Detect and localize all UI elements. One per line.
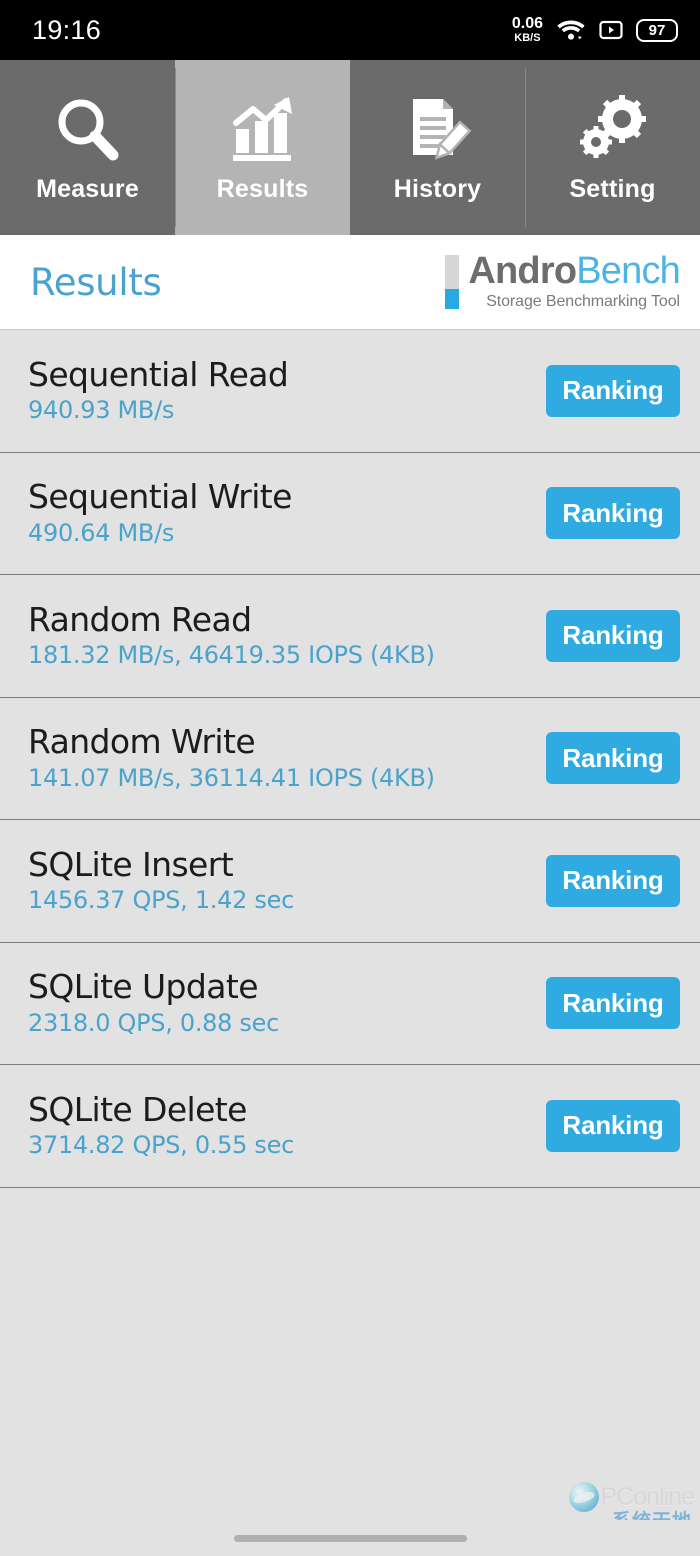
logo-bar-icon [445, 255, 460, 309]
ranking-button[interactable]: Ranking [546, 1099, 680, 1152]
row-texts: SQLite Delete 3714.82 QPS, 0.55 sec [28, 1089, 294, 1160]
logo-tagline: Storage Benchmarking Tool [486, 292, 680, 310]
tab-setting-label: Setting [569, 175, 656, 203]
row-texts: SQLite Insert 1456.37 QPS, 1.42 sec [28, 844, 294, 915]
document-pencil-icon [401, 91, 475, 169]
row-title: Random Read [28, 599, 252, 639]
ranking-button[interactable]: Ranking [546, 977, 680, 1030]
logo-word-andro: Andro [468, 250, 577, 293]
watermark-brand-row: PConline [568, 1482, 695, 1512]
row-value: 940.93 MB/s [28, 396, 175, 425]
row-title: Sequential Write [28, 477, 292, 517]
row-value: 490.64 MB/s [28, 518, 175, 547]
table-row[interactable]: SQLite Delete 3714.82 QPS, 0.55 sec Rank… [0, 1065, 700, 1188]
page-title: Results [30, 260, 162, 304]
logo-wordmark: AndroBench [468, 250, 681, 293]
network-speed-unit: KB/S [514, 32, 541, 44]
ranking-button[interactable]: Ranking [546, 609, 680, 662]
status-bar: 19:16 0.06 KB/S 97 [0, 0, 700, 60]
magnifier-icon [51, 91, 125, 169]
table-row[interactable]: SQLite Insert 1456.37 QPS, 1.42 sec Rank… [0, 820, 700, 943]
tab-results-label: Results [216, 175, 309, 203]
row-texts: Random Write 141.07 MB/s, 36114.41 IOPS … [28, 725, 435, 791]
logo-word-bench: Bench [576, 250, 681, 293]
table-row[interactable]: Sequential Read 940.93 MB/s Ranking [0, 330, 700, 453]
row-title: Random Write [28, 722, 256, 762]
globe-icon [568, 1482, 599, 1512]
row-texts: Sequential Read 940.93 MB/s [28, 354, 289, 425]
watermark-brand: PConline [600, 1482, 695, 1511]
table-row[interactable]: Random Read 181.32 MB/s, 46419.35 IOPS (… [0, 575, 700, 698]
gesture-home-pill[interactable] [233, 1534, 467, 1542]
gears-icon [576, 91, 650, 169]
ranking-button[interactable]: Ranking [546, 854, 680, 907]
androbench-logo: AndroBench Storage Benchmarking Tool [445, 250, 681, 310]
page-header: Results AndroBench Storage Benchmarking … [0, 235, 700, 330]
logo-text: AndroBench Storage Benchmarking Tool [468, 250, 681, 310]
row-title: SQLite Update [28, 967, 259, 1007]
tab-measure-label: Measure [36, 175, 139, 203]
tab-bar: Measure Results History Setting [0, 60, 700, 235]
row-value: 181.32 MB/s, 46419.35 IOPS (4KB) [28, 641, 435, 670]
row-title: SQLite Insert [28, 844, 234, 884]
ranking-button[interactable]: Ranking [546, 487, 680, 540]
network-speed-value: 0.06 [511, 15, 543, 32]
row-texts: Random Read 181.32 MB/s, 46419.35 IOPS (… [28, 599, 435, 670]
ranking-button[interactable]: Ranking [546, 732, 680, 785]
row-title: Sequential Read [28, 354, 289, 394]
screen-record-icon [599, 19, 623, 41]
row-value: 1456.37 QPS, 1.42 sec [28, 886, 294, 915]
table-row[interactable]: SQLite Update 2318.0 QPS, 0.88 sec Ranki… [0, 943, 700, 1065]
status-clock: 19:16 [32, 14, 102, 45]
system-navigation-bar [0, 1520, 700, 1556]
row-value: 141.07 MB/s, 36114.41 IOPS (4KB) [28, 763, 435, 792]
tab-history-label: History [393, 175, 482, 203]
row-title: SQLite Delete [28, 1089, 247, 1129]
ranking-button[interactable]: Ranking [546, 364, 680, 417]
row-value: 3714.82 QPS, 0.55 sec [28, 1131, 294, 1160]
status-icons: 0.06 KB/S 97 [512, 16, 678, 44]
battery-indicator: 97 [636, 18, 678, 42]
network-speed-indicator: 0.06 KB/S [512, 16, 543, 44]
bar-chart-arrow-icon [226, 91, 300, 169]
row-texts: SQLite Update 2318.0 QPS, 0.88 sec [28, 970, 279, 1036]
table-row[interactable]: Random Write 141.07 MB/s, 36114.41 IOPS … [0, 698, 700, 820]
table-row[interactable]: Sequential Write 490.64 MB/s Ranking [0, 453, 700, 575]
tab-setting[interactable]: Setting [525, 60, 700, 235]
tab-history[interactable]: History [350, 60, 525, 235]
row-value: 2318.0 QPS, 0.88 sec [28, 1008, 279, 1037]
wifi-icon [556, 18, 586, 42]
results-list: Sequential Read 940.93 MB/s Ranking Sequ… [0, 330, 700, 1188]
row-texts: Sequential Write 490.64 MB/s [28, 480, 292, 546]
tab-results[interactable]: Results [175, 60, 350, 235]
tab-measure[interactable]: Measure [0, 60, 175, 235]
